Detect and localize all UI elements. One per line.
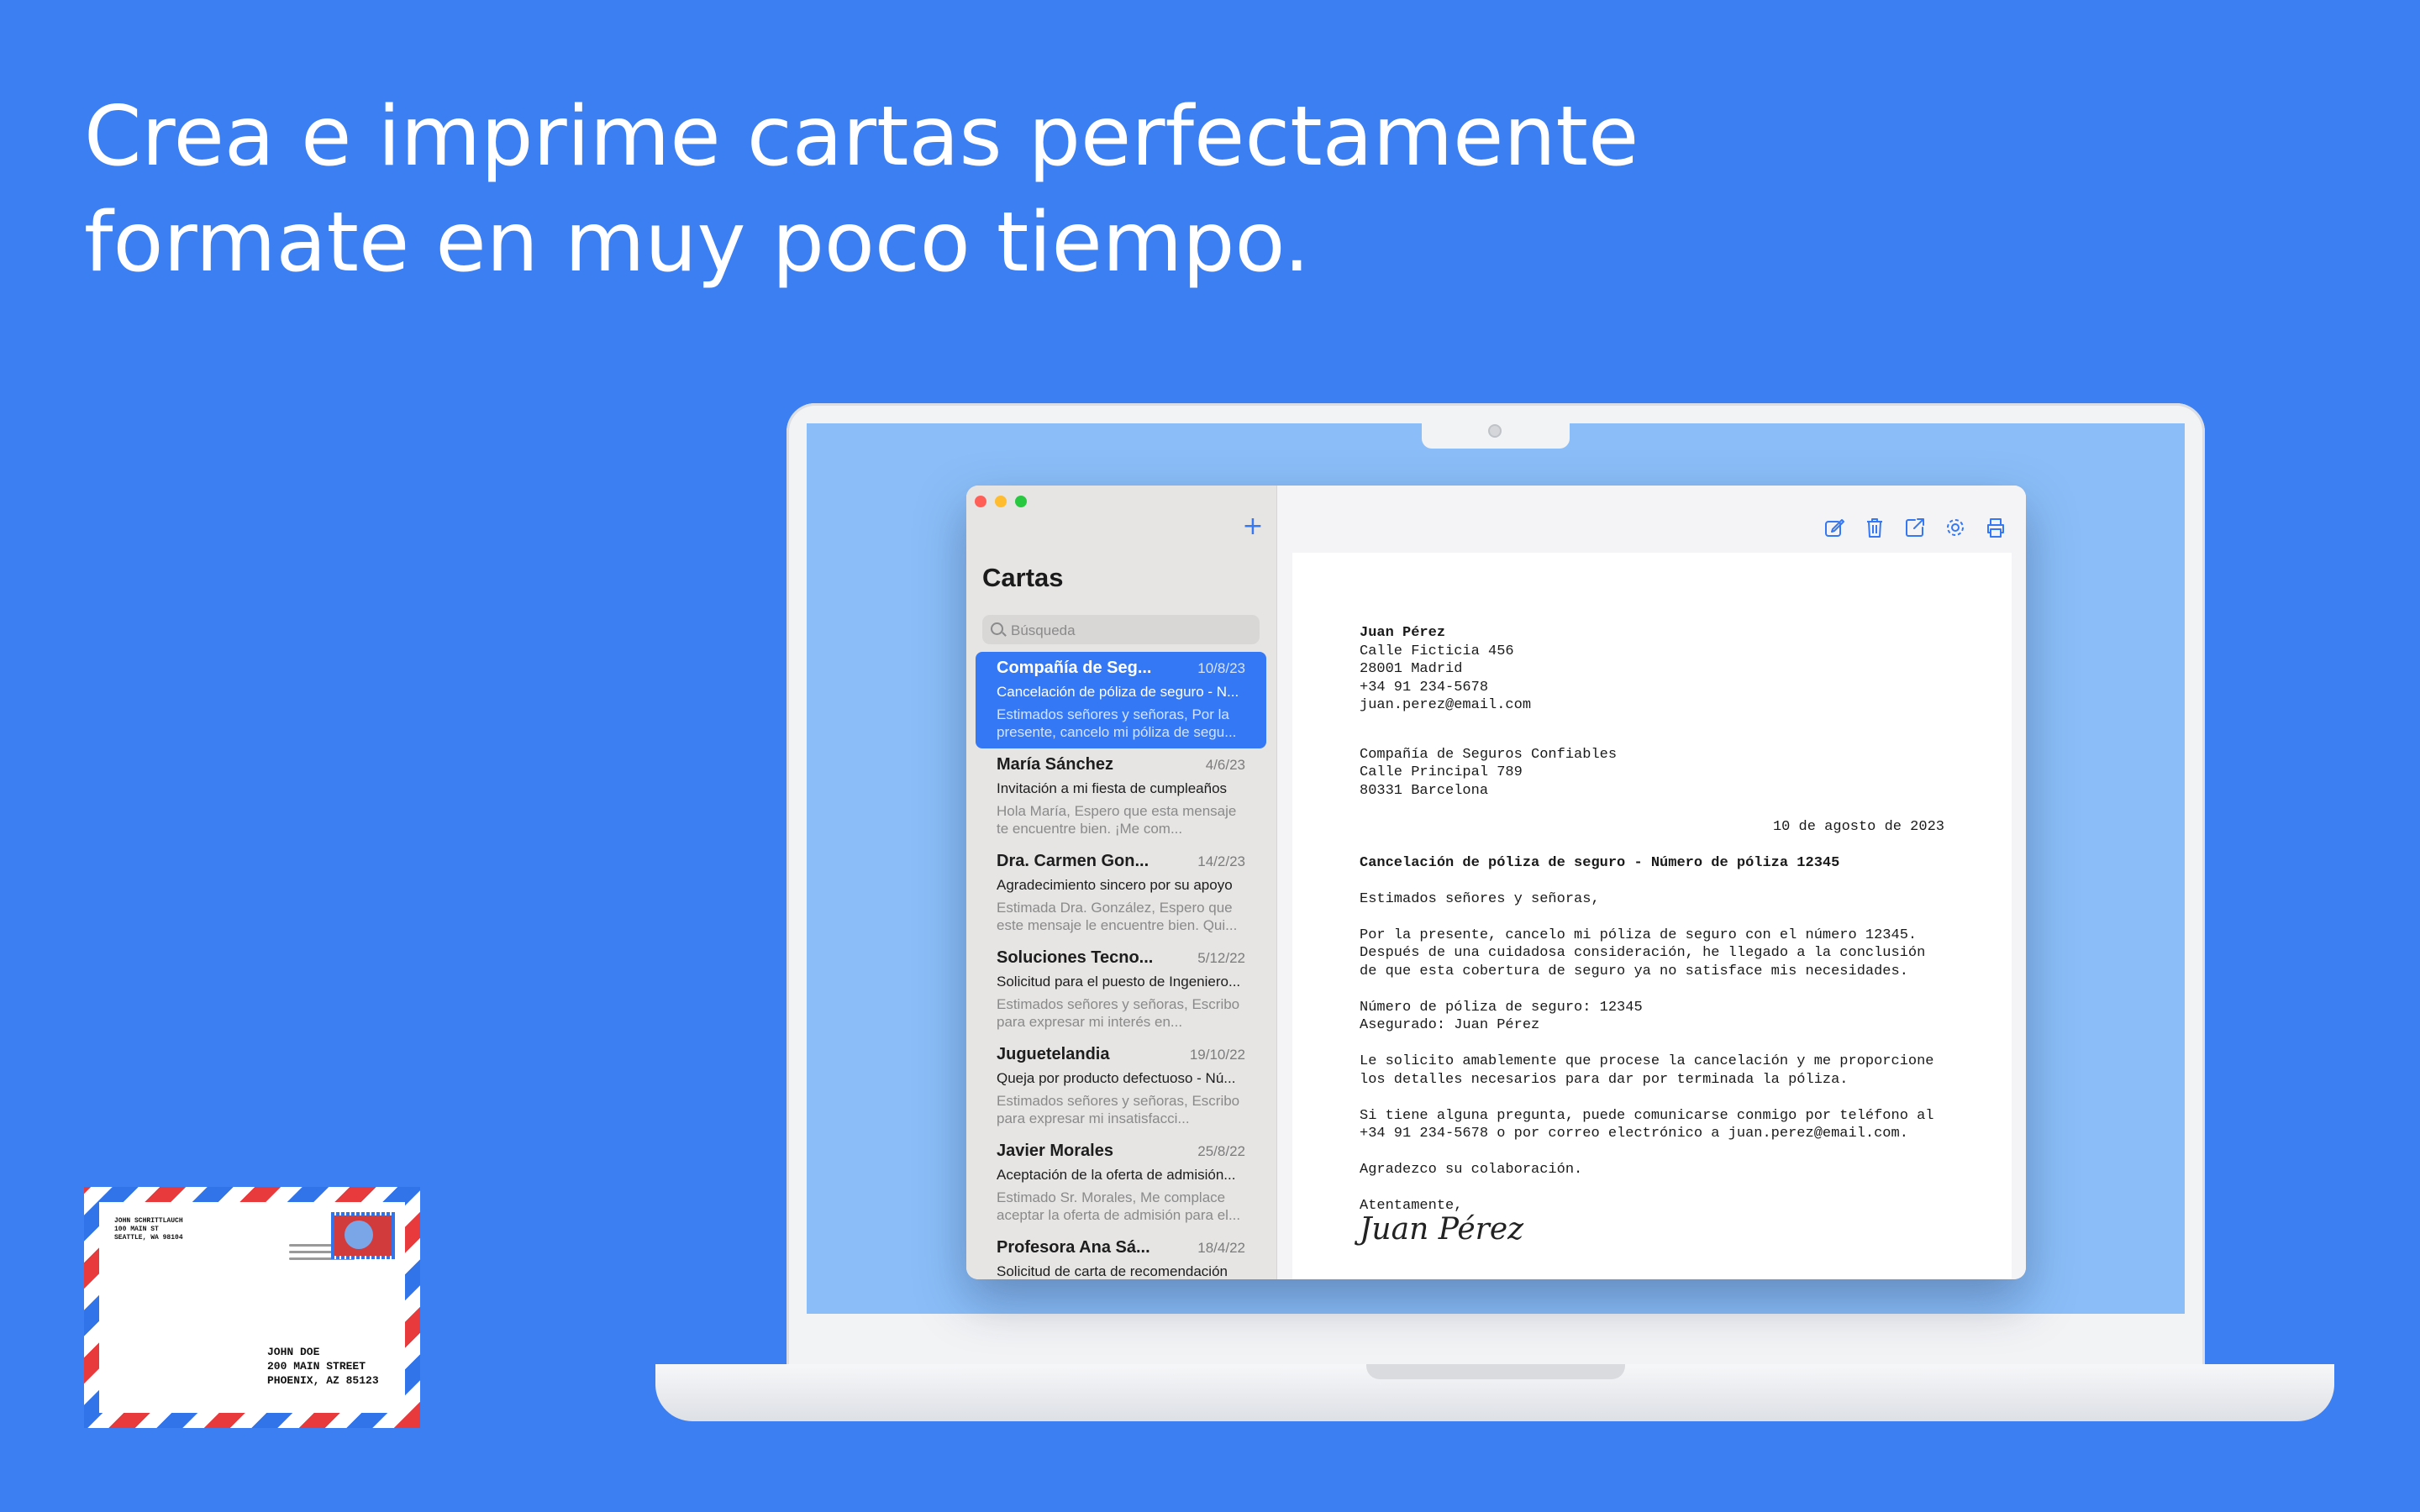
letter-body: Juan Pérez Calle Ficticia 456 28001 Madr… (1360, 624, 1948, 1247)
letter-recipient: Soluciones Tecno... (997, 948, 1154, 967)
search-icon (991, 622, 1003, 635)
letter-date: 5/12/22 (1197, 950, 1245, 966)
letter-editor: Juan Pérez Calle Ficticia 456 28001 Madr… (1277, 486, 2026, 1279)
toolbar (1823, 516, 2007, 539)
letter-recipient: Profesora Ana Sá... (997, 1238, 1150, 1257)
letter-subject: Solicitud para el puesto de Ingeniero... (997, 974, 1241, 990)
letter-list-item[interactable]: Soluciones Tecno... 5/12/22 Solicitud par… (976, 942, 1266, 1038)
letter-list-item[interactable]: Juguetelandia 19/10/22 Queja por producto… (976, 1038, 1266, 1135)
sender-name: Juan Pérez (1360, 625, 1446, 641)
sender-phone: +34 91 234-5678 (1360, 679, 1489, 696)
headline: Crea e imprime cartas perfectamente form… (84, 84, 1639, 296)
letter-list-item[interactable]: Profesora Ana Sá... 18/4/22 Solicitud de … (976, 1231, 1266, 1279)
letter-paper[interactable]: Juan Pérez Calle Ficticia 456 28001 Madr… (1292, 553, 2012, 1279)
letter-preview: Estimada Dra. González, Espero que este … (997, 900, 1238, 933)
letter-date: 4/6/23 (1205, 757, 1245, 773)
letter-subject: Agradecimiento sincero por su apoyo (997, 877, 1233, 893)
add-letter-button[interactable]: + (1240, 514, 1265, 539)
delete-button[interactable] (1863, 516, 1886, 539)
letter-date: 10/8/23 (1197, 660, 1245, 676)
letter-subject-line: Cancelación de póliza de seguro - Número… (1360, 854, 1840, 871)
letter-list-item[interactable]: Javier Morales 25/8/22 Aceptación de la o… (976, 1135, 1266, 1231)
headline-line-1: Crea e imprime cartas perfectamente (84, 89, 1639, 185)
paragraph-line: de que esta cobertura de seguro ya no sa… (1360, 963, 1908, 979)
sender-city: 28001 Madrid (1360, 661, 1463, 677)
letter-preview: Estimados señores y señoras, Escribo par… (997, 996, 1240, 1030)
letter-preview: Estimados señores y señoras, Escribo par… (997, 1093, 1240, 1126)
letter-recipient: María Sánchez (997, 755, 1113, 774)
letter-date: 19/10/22 (1189, 1047, 1245, 1063)
compose-button[interactable] (1823, 516, 1846, 539)
letter-subject: Cancelación de póliza de seguro - N... (997, 684, 1239, 700)
share-icon (1906, 518, 1924, 537)
letter-recipient: Dra. Carmen Gon... (997, 852, 1150, 870)
envelope-destination-address: JOHN DOE 200 MAIN STREET PHOENIX, AZ 851… (267, 1345, 379, 1388)
recipient-name: Compañía de Seguros Confiables (1360, 746, 1618, 763)
letter-greeting: Estimados señores y señoras, (1360, 890, 1600, 907)
share-button[interactable] (1903, 516, 1927, 539)
letter-recipient: Compañía de Seg... (997, 659, 1152, 677)
close-window-button[interactable] (975, 496, 986, 507)
app-window: + Cartas Compañía de Seg... 10/8/23 Cance… (966, 486, 2026, 1279)
paragraph-line: los detalles necesarios para dar por ter… (1360, 1071, 1849, 1088)
sidebar: + Cartas Compañía de Seg... 10/8/23 Cance… (966, 486, 1277, 1279)
signature: Juan Pérez (1360, 1211, 1524, 1247)
return-address-line: SEATTLE, WA 98104 (114, 1234, 183, 1242)
settings-button[interactable] (1944, 516, 1967, 539)
compose-icon (1825, 519, 1844, 537)
sender-email: juan.perez@email.com (1360, 697, 1532, 713)
letter-date: 25/8/22 (1197, 1143, 1245, 1159)
letter-thanks: Agradezco su colaboración. (1360, 1162, 1583, 1178)
letter-subject: Solicitud de carta de recomendación (997, 1263, 1228, 1279)
laptop-opening-notch (1366, 1364, 1625, 1379)
camera-icon (1488, 424, 1502, 438)
paragraph-line: Le solicito amablemente que procese la c… (1360, 1053, 1934, 1069)
recipient-street: Calle Principal 789 (1360, 764, 1523, 780)
print-button[interactable] (1984, 516, 2007, 539)
printer-icon (1987, 518, 2004, 538)
trash-icon (1867, 518, 1882, 538)
paragraph-line: Número de póliza de seguro: 12345 (1360, 999, 1643, 1016)
letter-subject: Invitación a mi fiesta de cumpleaños (997, 780, 1228, 796)
recipient-city: 80331 Barcelona (1360, 782, 1489, 799)
letter-date: 18/4/22 (1197, 1240, 1245, 1256)
return-address-line: JOHN SCHRITTLAUCH (114, 1217, 183, 1225)
destination-address-line: PHOENIX, AZ 85123 (267, 1374, 379, 1387)
gear-icon (1947, 519, 1964, 536)
destination-address-line: 200 MAIN STREET (267, 1360, 366, 1373)
envelope-body: JOHN SCHRITTLAUCH 100 MAIN ST SEATTLE, W… (99, 1202, 405, 1413)
search-input[interactable] (1009, 615, 1256, 646)
search-field[interactable] (982, 615, 1260, 646)
envelope-illustration: JOHN SCHRITTLAUCH 100 MAIN ST SEATTLE, W… (84, 1187, 420, 1428)
sender-street: Calle Ficticia 456 (1360, 643, 1514, 659)
letter-preview: Estimado Sr. Morales, Me complace acepta… (997, 1189, 1241, 1223)
letter-preview: Hola María, Espero que esta mensaje te e… (997, 803, 1237, 837)
headline-line-2: formate en muy poco tiempo. (84, 195, 1310, 291)
letter-date: 14/2/23 (1197, 853, 1245, 869)
paragraph-line: Después de una cuidadosa consideración, … (1360, 945, 1926, 961)
letter-list-item[interactable]: María Sánchez 4/6/23 Invitación a mi fies… (976, 748, 1266, 845)
paragraph-line: Asegurado: Juan Pérez (1360, 1017, 1540, 1033)
letter-list-item[interactable]: Compañía de Seg... 10/8/23 Cancelación de… (976, 652, 1266, 748)
envelope-return-address: JOHN SCHRITTLAUCH 100 MAIN ST SEATTLE, W… (114, 1217, 183, 1242)
letter-recipient: Javier Morales (997, 1142, 1113, 1160)
minimize-window-button[interactable] (995, 496, 1007, 507)
paragraph-line: Por la presente, cancelo mi póliza de se… (1360, 927, 1918, 943)
return-address-line: 100 MAIN ST (114, 1226, 159, 1233)
letter-subject: Queja por producto defectuoso - Nú... (997, 1070, 1236, 1086)
letter-date-line: 10 de agosto de 2023 (1772, 818, 1944, 835)
sidebar-title: Cartas (982, 563, 1064, 592)
stamp-icon (331, 1212, 395, 1259)
letter-subject: Aceptación de la oferta de admisión... (997, 1167, 1236, 1183)
letter-list-item[interactable]: Dra. Carmen Gon... 14/2/23 Agradecimiento… (976, 845, 1266, 942)
letter-list: Compañía de Seg... 10/8/23 Cancelación de… (976, 652, 1266, 1279)
paragraph-line: +34 91 234-5678 o por correo electrónico… (1360, 1126, 1908, 1142)
destination-address-line: JOHN DOE (267, 1346, 320, 1358)
zoom-window-button[interactable] (1015, 496, 1027, 507)
letter-preview: Estimados señores y señoras, Por la pres… (997, 706, 1237, 740)
paragraph-line: Si tiene alguna pregunta, puede comunica… (1360, 1107, 1934, 1124)
letter-recipient: Juguetelandia (997, 1045, 1110, 1063)
